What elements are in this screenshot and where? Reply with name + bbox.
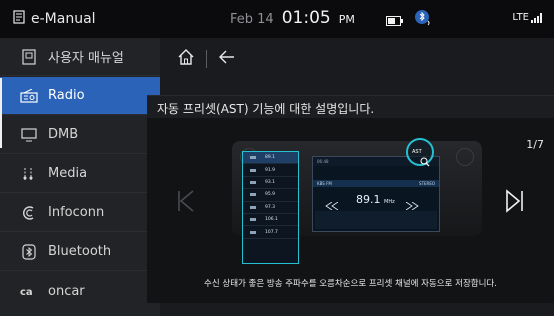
monitor-icon — [20, 126, 38, 144]
sidebar-item-label: Infoconn — [48, 205, 105, 220]
signal-bars-icon — [531, 13, 542, 23]
screen-preset-area — [315, 211, 437, 229]
time-label: 01:05 — [281, 8, 331, 28]
preset-frequency: 97.3 — [265, 204, 276, 210]
preset-frequency: 93.1 — [265, 179, 276, 185]
preset-tag — [250, 156, 256, 160]
explanation-popup: 자동 프리셋(AST) 기능에 대한 설명입니다. 1/7 06:48 KBS … — [147, 95, 554, 303]
preset-frequency: 95.9 — [265, 192, 276, 198]
svg-text:ca: ca — [20, 287, 33, 297]
sidebar-item-infoconn[interactable]: Infoconn — [0, 194, 160, 232]
sidebar-item-label: Bluetooth — [48, 244, 112, 259]
screen-frequency: 89.1 MHz — [356, 193, 395, 206]
clock: Feb 14 01:05 PM — [230, 8, 355, 28]
toolbar-divider — [206, 50, 207, 68]
preset-row: 89.1 — [243, 152, 298, 165]
preset-tag — [250, 193, 256, 197]
preset-row: 97.3 — [243, 202, 298, 214]
manual-icon — [20, 48, 38, 66]
sidebar-scrollbar[interactable] — [0, 78, 2, 148]
screen-station-bar: KBS FM STEREO — [313, 180, 439, 187]
sidebar-item-dmb[interactable]: DMB — [0, 116, 160, 154]
radio-icon — [20, 87, 38, 105]
infoconn-icon — [20, 204, 38, 222]
sidebar-item-label: DMB — [48, 127, 79, 142]
date-label: Feb 14 — [230, 12, 274, 27]
preset-row: 93.1 — [243, 177, 298, 190]
preset-frequency: 91.9 — [265, 167, 276, 173]
battery-icon — [386, 11, 404, 30]
preset-frequency: 106.1 — [265, 217, 278, 223]
ampm-label: PM — [338, 13, 355, 26]
sidebar: 사용자 매뉴얼 Radio DMB Media Infoconn Bluetoo… — [0, 38, 160, 316]
sidebar-item-label: 사용자 매뉴얼 — [48, 51, 124, 66]
preset-list: 89.1 91.9 93.1 95.9 97.3 106.1 107.7 — [242, 151, 299, 264]
screen-stereo: STEREO — [419, 181, 435, 186]
sidebar-item-radio[interactable]: Radio — [0, 77, 160, 115]
illustration: 06:48 KBS FM STEREO 89.1 MHz 89.1 91.9 9… — [232, 126, 482, 264]
sidebar-item-bluetooth[interactable]: Bluetooth — [0, 233, 160, 271]
preset-tag — [250, 180, 256, 184]
status-icons — [386, 9, 432, 31]
previous-button[interactable] — [173, 186, 203, 216]
preset-tag — [250, 168, 256, 172]
status-bar: e-Manual Feb 14 01:05 PM LTE — [0, 0, 554, 38]
preset-row: 107.7 — [243, 226, 298, 239]
home-button[interactable] — [176, 47, 196, 71]
preset-row: 95.9 — [243, 189, 298, 202]
preset-frequency: 89.1 — [265, 155, 276, 161]
main-toolbar — [160, 38, 554, 80]
manual-book-icon — [12, 10, 26, 28]
preset-row: 91.9 — [243, 164, 298, 177]
preset-tag — [250, 218, 256, 222]
app-title-group: e-Manual — [12, 10, 96, 28]
screen-station: KBS FM — [317, 181, 332, 186]
screen-clock: 06:48 — [317, 159, 329, 164]
popup-title: 자동 프리셋(AST) 기능에 대한 설명입니다. — [147, 96, 554, 118]
back-button[interactable] — [217, 47, 237, 71]
app-title: e-Manual — [31, 11, 96, 27]
bluetooth-icon — [20, 243, 38, 261]
sidebar-item-label: oncar — [48, 283, 85, 299]
sidebar-item-oncar[interactable]: ca oncar — [0, 272, 160, 310]
ast-highlight: AST — [406, 138, 434, 167]
screen-frequency-unit: MHz — [384, 199, 395, 205]
right-knob-icon — [456, 148, 474, 166]
next-button[interactable] — [499, 186, 529, 216]
screen-frequency-value: 89.1 — [356, 193, 381, 206]
network-label: LTE — [512, 12, 529, 23]
magnifier-icon — [420, 152, 430, 171]
sidebar-item-user-manual[interactable]: 사용자 매뉴얼 — [0, 38, 160, 76]
preset-row: 106.1 — [243, 214, 298, 227]
bluetooth-phone-icon — [414, 9, 432, 31]
sidebar-item-label: Radio — [48, 88, 85, 103]
preset-tag — [250, 205, 256, 209]
popup-caption: 수신 상태가 좋은 방송 주파수를 오름차순으로 프리셋 채널에 자동으로 저장… — [204, 279, 497, 289]
oncar-icon: ca — [20, 282, 38, 300]
page-indicator: 1/7 — [526, 138, 544, 151]
preset-tag — [250, 230, 256, 234]
sidebar-item-media[interactable]: Media — [0, 155, 160, 193]
network-indicator: LTE — [512, 12, 542, 23]
sidebar-item-label: Media — [48, 166, 88, 181]
preset-frequency: 107.7 — [265, 229, 278, 235]
media-icon — [20, 165, 38, 183]
